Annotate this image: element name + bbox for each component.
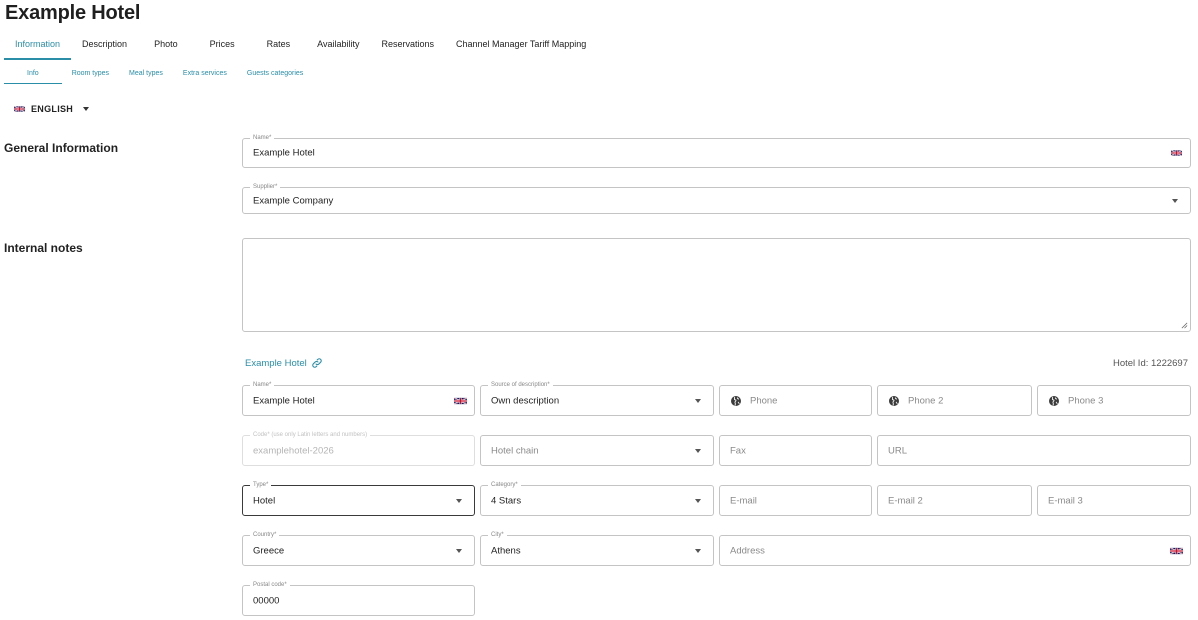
email-2-field[interactable]: E-mail 2 [877, 485, 1032, 516]
resize-handle-icon[interactable] [1181, 322, 1188, 329]
tab-information[interactable]: Information [4, 34, 72, 60]
chevron-down-icon [695, 548, 701, 553]
field-label: City* [488, 531, 507, 539]
chevron-down-icon [1172, 198, 1178, 203]
internal-notes-textarea[interactable] [242, 238, 1191, 332]
field-placeholder: URL [888, 445, 908, 456]
sub-tabs: Info Room types Meal types Extra service… [4, 67, 313, 84]
uk-flag-icon [454, 396, 467, 406]
phone-3-field[interactable]: Phone 3 [1037, 385, 1191, 416]
globe-icon [1048, 395, 1060, 407]
uk-flag-icon [14, 105, 25, 113]
language-label: ENGLISH [31, 104, 74, 114]
tab-photo[interactable]: Photo [138, 34, 194, 60]
country-select[interactable]: Country* Greece [242, 531, 475, 566]
language-selector[interactable]: ENGLISH [14, 104, 90, 114]
field-placeholder: Phone [750, 395, 778, 406]
main-tabs: Information Description Photo Prices Rat… [4, 34, 597, 60]
subtab-extra-services[interactable]: Extra services [173, 67, 237, 84]
hotel-name-field[interactable]: Name* Example Hotel [242, 381, 475, 416]
field-placeholder: E-mail 3 [1048, 495, 1083, 506]
field-placeholder: Fax [730, 445, 746, 456]
field-value: Example Company [253, 195, 334, 206]
field-label: Source of description* [488, 381, 553, 389]
supplier-select[interactable]: Supplier* Example Company [242, 183, 1191, 214]
chevron-down-icon [695, 498, 701, 503]
address-field[interactable]: Address [719, 535, 1191, 566]
chevron-down-icon [456, 548, 462, 553]
city-select[interactable]: City* Athens [480, 531, 714, 566]
field-value: Greece [253, 545, 285, 556]
field-label: Supplier* [250, 183, 281, 191]
subtab-guests-categories[interactable]: Guests categories [237, 67, 313, 84]
field-label: Category* [488, 481, 521, 489]
page-title: Example Hotel [5, 2, 141, 24]
chevron-down-icon [695, 398, 701, 403]
category-select[interactable]: Category* 4 Stars [480, 481, 714, 516]
general-information-heading: General Information [4, 141, 119, 155]
chevron-down-icon [456, 498, 462, 503]
email-3-field[interactable]: E-mail 3 [1037, 485, 1191, 516]
chevron-down-icon [83, 107, 90, 111]
field-label: Type* [250, 481, 272, 489]
field-label: Country* [250, 531, 280, 539]
link-icon [312, 358, 322, 368]
field-placeholder: E-mail 2 [888, 495, 923, 506]
globe-icon [888, 395, 900, 407]
field-label: Code* (use only Latin letters and number… [250, 431, 371, 439]
field-value: Own description [491, 395, 560, 406]
field-value: 00000 [253, 595, 280, 606]
field-value: 4 Stars [491, 495, 522, 506]
fax-field[interactable]: Fax [719, 435, 872, 466]
field-value: Example Hotel [253, 147, 315, 159]
uk-flag-icon [1171, 149, 1182, 157]
url-field[interactable]: URL [877, 435, 1191, 466]
globe-icon [730, 395, 742, 407]
subtab-meal-types[interactable]: Meal types [119, 67, 173, 84]
field-value: Athens [491, 545, 521, 556]
field-placeholder: E-mail [730, 495, 757, 506]
field-placeholder: Phone 2 [908, 395, 944, 406]
phone-field[interactable]: Phone [719, 385, 872, 416]
tab-prices[interactable]: Prices [194, 34, 251, 60]
internal-notes-heading: Internal notes [4, 241, 83, 255]
hotel-link[interactable]: Example Hotel [245, 357, 323, 369]
tab-rates[interactable]: Rates [251, 34, 307, 60]
field-value: Hotel [253, 495, 276, 506]
field-value: Example Hotel [253, 395, 315, 406]
email-field[interactable]: E-mail [719, 485, 872, 516]
uk-flag-icon [1170, 546, 1183, 556]
hotel-chain-select[interactable]: Hotel chain [480, 435, 714, 466]
tab-channel-manager[interactable]: Channel Manager Tariff Mapping [445, 34, 597, 60]
code-field: Code* (use only Latin letters and number… [242, 431, 475, 466]
general-name-field[interactable]: Name* Example Hotel [242, 134, 1191, 168]
hotel-id: Hotel Id: 1222697 [1112, 358, 1188, 369]
phone-2-field[interactable]: Phone 2 [877, 385, 1032, 416]
field-label: Name* [250, 381, 275, 389]
tab-description[interactable]: Description [71, 34, 138, 60]
tab-availability[interactable]: Availability [306, 34, 370, 60]
source-of-description-select[interactable]: Source of description* Own description [480, 381, 714, 416]
type-select[interactable]: Type* Hotel [242, 481, 475, 516]
field-placeholder: Hotel chain [491, 445, 539, 456]
subtab-room-types[interactable]: Room types [62, 67, 119, 84]
subtab-info[interactable]: Info [4, 67, 62, 84]
field-label: Name* [250, 134, 275, 142]
hotel-link-label: Example Hotel [245, 357, 307, 369]
postal-code-field[interactable]: Postal code* 00000 [242, 581, 475, 616]
field-label: Postal code* [250, 581, 290, 589]
field-placeholder: Address [730, 545, 765, 556]
tab-reservations[interactable]: Reservations [370, 34, 445, 60]
field-placeholder: Phone 3 [1068, 395, 1104, 406]
field-value: examplehotel-2026 [253, 445, 334, 456]
chevron-down-icon [695, 448, 701, 453]
